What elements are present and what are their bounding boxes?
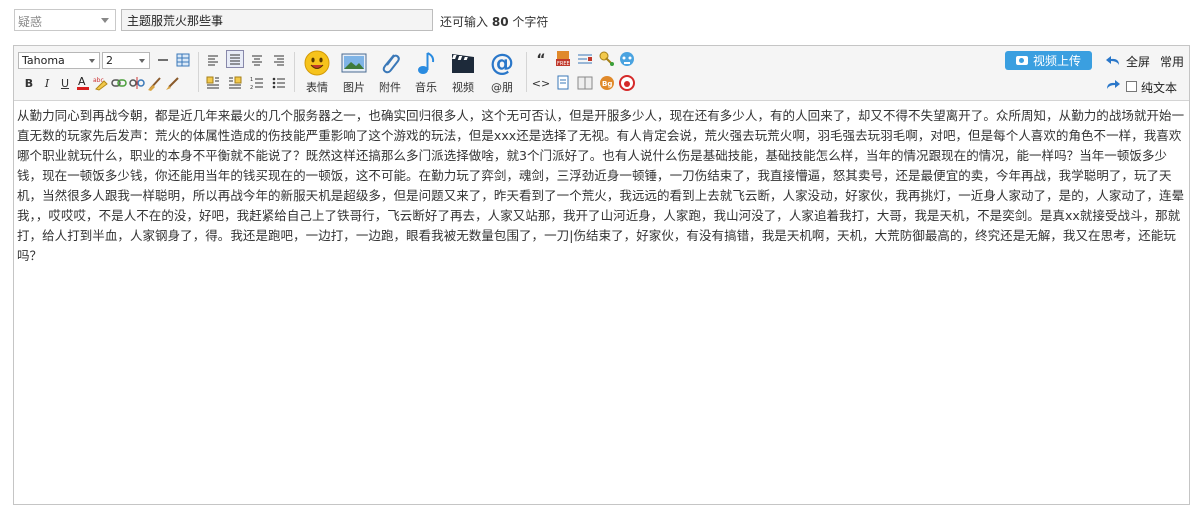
toolbar-separator [294,52,295,92]
rich-text-editor: Tahoma 2 B I U A abc 1 2 表情 图片 附件 音乐 视频 … [13,45,1190,505]
horizontal-rule-icon[interactable] [154,51,172,69]
at-sign-icon: @ [489,50,515,76]
char-limit-suffix: 个字符 [512,15,549,29]
redo-icon[interactable] [1104,76,1122,94]
subject-input[interactable] [121,9,433,31]
italic-icon[interactable]: I [38,74,56,92]
font-family-value: Tahoma [22,54,65,67]
fullscreen-button[interactable]: 全屏 [1126,53,1150,70]
font-family-select[interactable]: Tahoma [18,52,100,69]
ordered-list-icon[interactable]: 12 [248,74,266,92]
chevron-down-icon [89,59,95,63]
highlight-icon[interactable]: abc [92,74,110,92]
align-justify-icon[interactable] [226,50,244,68]
image-button[interactable]: 图片 [339,50,369,96]
chevron-down-icon [139,59,145,63]
camera-icon [1015,56,1028,65]
plain-text-label: 纯文本 [1141,81,1178,95]
image-label: 图片 [343,81,365,94]
category-select[interactable]: 疑惑 [14,9,116,31]
quote-icon[interactable]: “ [532,51,550,69]
music-label: 音乐 [415,81,437,94]
align-left-icon[interactable] [204,51,222,69]
video-upload-button[interactable]: 视频上传 [1005,51,1092,70]
category-value: 疑惑 [18,15,43,29]
music-note-icon [413,50,439,76]
video-button[interactable]: 视频 [448,50,478,96]
mention-button[interactable]: @ @朋 [487,50,517,96]
image-icon [341,50,367,76]
char-limit-prefix: 还可输入 [440,15,489,29]
qq-robot-icon[interactable] [618,50,636,68]
plain-text-checkbox[interactable] [1126,81,1137,92]
title-row: 疑惑 还可输入 80 个字符 [0,0,1191,42]
free-icon[interactable]: FREE [554,50,572,68]
font-color-icon[interactable]: A [74,74,92,92]
chevron-down-icon [101,18,109,23]
align-right-icon[interactable] [270,51,288,69]
bg-music-icon[interactable]: Bg [598,74,616,92]
page-icon[interactable] [554,74,572,92]
svg-text:Bg: Bg [602,80,612,88]
svg-text:@: @ [490,50,514,76]
editor-content[interactable]: 从勤力同心到再战今朝，都是近几年来最火的几个服务器之一，也确实回归很多人，这个无… [17,106,1185,266]
link-icon[interactable] [110,74,128,92]
underline-icon[interactable]: U [56,74,74,92]
smiley-icon [304,50,330,76]
float-left-icon[interactable] [204,74,222,92]
svg-text:FREE: FREE [557,61,570,67]
svg-text:A: A [78,75,86,88]
emoji-button[interactable]: 表情 [302,50,332,96]
bold-icon[interactable]: B [20,74,38,92]
attachment-button[interactable]: 附件 [375,50,405,96]
table-icon[interactable] [174,51,192,69]
music-button[interactable]: 音乐 [411,50,441,96]
video-label: 视频 [452,81,474,94]
unlink-icon[interactable] [128,74,146,92]
undo-icon[interactable] [1104,52,1122,70]
mention-label: @朋 [491,81,513,94]
code-icon[interactable]: <> [532,74,550,92]
toolbar-separator [526,52,527,92]
font-size-select[interactable]: 2 [102,52,150,69]
columns-icon[interactable] [576,74,594,92]
paperclip-icon [377,50,403,76]
toolbar-separator [198,52,199,92]
common-button[interactable]: 常用 [1160,53,1184,70]
hidden-content-icon[interactable] [576,51,594,69]
weibo-icon[interactable] [618,74,636,92]
float-right-icon[interactable] [226,74,244,92]
unordered-list-icon[interactable] [270,74,288,92]
font-size-value: 2 [106,54,113,67]
emoji-label: 表情 [306,81,328,94]
svg-text:1: 1 [250,77,253,83]
svg-text:2: 2 [250,85,253,90]
video-upload-label: 视频上传 [1032,54,1081,68]
char-limit-hint: 还可输入 80 个字符 [440,13,548,30]
clear-format-icon[interactable] [146,74,164,92]
clapperboard-icon [450,50,476,76]
format-brush-icon[interactable] [164,74,182,92]
align-center-icon[interactable] [248,51,266,69]
key-icon[interactable] [598,50,616,68]
char-limit-count: 80 [491,15,509,29]
editor-toolbar: Tahoma 2 B I U A abc 1 2 表情 图片 附件 音乐 视频 … [14,46,1189,101]
attachment-label: 附件 [379,81,401,94]
